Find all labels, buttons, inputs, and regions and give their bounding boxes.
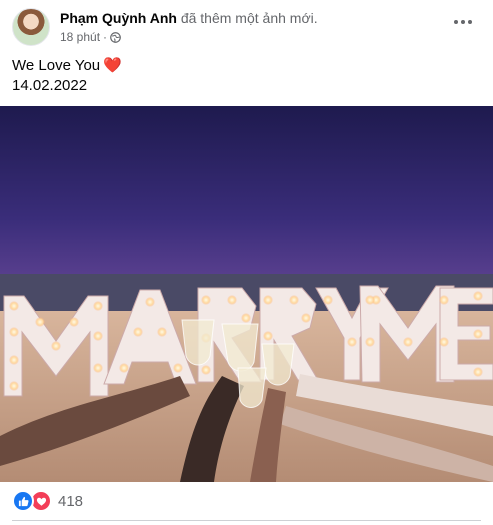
post-caption: We Love You ❤️ 14.02.2022 — [12, 56, 122, 96]
post-header: Phạm Quỳnh Anh đã thêm một ảnh mới. 18 p… — [12, 6, 481, 46]
feed-post: Phạm Quỳnh Anh đã thêm một ảnh mới. 18 p… — [0, 0, 493, 525]
meta-separator: · — [103, 30, 108, 44]
author-line: Phạm Quỳnh Anh đã thêm một ảnh mới. — [60, 10, 318, 26]
post-photo[interactable] — [0, 106, 493, 482]
globe-icon[interactable] — [110, 31, 121, 43]
reaction-summary[interactable]: 418 — [12, 490, 83, 512]
post-action-text: đã thêm một ảnh mới. — [180, 10, 318, 26]
more-options-button[interactable] — [449, 12, 477, 32]
caption-text: We Love You — [12, 57, 101, 74]
post-divider — [12, 520, 481, 521]
post-meta: 18 phút · — [60, 30, 121, 44]
author-avatar[interactable] — [12, 8, 50, 46]
photo-illustration — [0, 274, 493, 482]
post-timestamp[interactable]: 18 phút — [60, 30, 100, 44]
caption-date: 14.02.2022 — [12, 77, 88, 94]
author-name[interactable]: Phạm Quỳnh Anh — [60, 10, 177, 26]
more-dot-icon — [468, 20, 472, 24]
caption-line-1: We Love You ❤️ — [12, 56, 122, 76]
more-dot-icon — [454, 20, 458, 24]
like-icon — [12, 490, 34, 512]
reaction-count[interactable]: 418 — [58, 493, 83, 510]
heart-emoji-icon: ❤️ — [103, 57, 122, 74]
more-dot-icon — [461, 20, 465, 24]
